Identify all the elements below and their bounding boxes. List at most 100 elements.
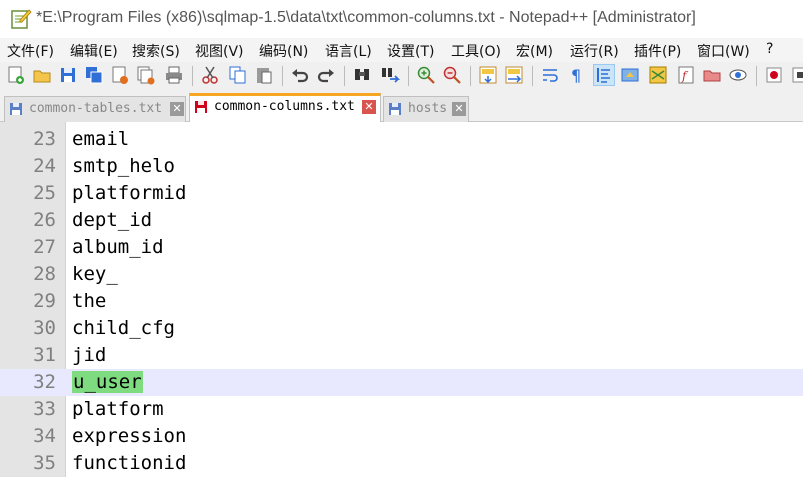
title-bar: *E:\Program Files (x86)\sqlmap-1.5\data\… bbox=[0, 0, 803, 38]
line-text[interactable]: platform bbox=[72, 398, 164, 420]
menu-help[interactable]: ? bbox=[766, 41, 773, 57]
menu-tools[interactable]: 工具(O) bbox=[451, 41, 501, 61]
window-title: *E:\Program Files (x86)\sqlmap-1.5\data\… bbox=[36, 9, 696, 26]
find-icon[interactable] bbox=[352, 65, 372, 85]
code-line: 34 expression bbox=[0, 423, 803, 450]
undo-icon[interactable] bbox=[290, 65, 310, 85]
tab-hosts[interactable]: hosts ✕ bbox=[383, 96, 469, 122]
line-number: 32 bbox=[33, 371, 56, 393]
line-text[interactable]: email bbox=[72, 128, 129, 150]
tab-label: common-columns.txt bbox=[214, 99, 355, 114]
line-number: 23 bbox=[33, 128, 56, 150]
tab-common-columns[interactable]: common-columns.txt ✕ bbox=[189, 93, 381, 122]
open-file-icon[interactable] bbox=[32, 65, 52, 85]
line-text[interactable]: expression bbox=[72, 425, 186, 447]
code-line: 26 dept_id bbox=[0, 207, 803, 234]
toolbar-separator bbox=[756, 66, 757, 86]
code-line: 29 the bbox=[0, 288, 803, 315]
tab-label: hosts bbox=[408, 101, 448, 116]
cut-icon[interactable] bbox=[200, 65, 220, 85]
toolbar-separator bbox=[192, 66, 193, 86]
menu-bar: 文件(F) 编辑(E) 搜索(S) 视图(V) 编码(N) 语言(L) 设置(T… bbox=[0, 38, 803, 62]
print-icon[interactable] bbox=[164, 65, 184, 85]
close-file-icon[interactable] bbox=[110, 65, 130, 85]
record-macro-icon[interactable] bbox=[764, 65, 784, 85]
line-text[interactable]: functionid bbox=[72, 452, 186, 474]
saved-file-icon bbox=[389, 103, 401, 115]
tab-close-icon[interactable]: ✕ bbox=[452, 102, 466, 116]
code-line: 33 platform bbox=[0, 396, 803, 423]
tab-close-icon[interactable]: ✕ bbox=[362, 100, 376, 114]
line-text[interactable]: platformid bbox=[72, 182, 186, 204]
line-text[interactable]: the bbox=[72, 290, 106, 312]
menu-macro[interactable]: 宏(M) bbox=[516, 41, 553, 61]
function-list-icon[interactable]: f bbox=[676, 65, 696, 85]
toolbar-separator bbox=[408, 66, 409, 86]
new-file-icon[interactable] bbox=[6, 65, 26, 85]
stop-macro-icon[interactable] bbox=[790, 65, 803, 85]
redo-icon[interactable] bbox=[316, 65, 336, 85]
copy-icon[interactable] bbox=[228, 65, 248, 85]
menu-edit[interactable]: 编辑(E) bbox=[70, 41, 118, 61]
paste-icon[interactable] bbox=[254, 65, 274, 85]
save-icon[interactable] bbox=[58, 65, 78, 85]
folder-as-workspace-icon[interactable] bbox=[702, 65, 722, 85]
menu-file[interactable]: 文件(F) bbox=[7, 41, 54, 61]
menu-settings[interactable]: 设置(T) bbox=[387, 41, 434, 61]
line-text[interactable]: album_id bbox=[72, 236, 164, 258]
menu-window[interactable]: 窗口(W) bbox=[697, 41, 750, 61]
show-all-characters-icon[interactable]: ¶ bbox=[566, 65, 586, 85]
line-number: 35 bbox=[33, 452, 56, 474]
svg-text:¶: ¶ bbox=[571, 66, 581, 85]
code-line: 25 platformid bbox=[0, 180, 803, 207]
line-text[interactable]: child_cfg bbox=[72, 317, 175, 339]
indent-guide-icon[interactable] bbox=[593, 64, 615, 86]
toolbar-separator bbox=[344, 66, 345, 86]
sync-vertical-icon[interactable] bbox=[478, 65, 498, 85]
save-all-icon[interactable] bbox=[84, 65, 104, 85]
saved-file-icon bbox=[10, 103, 22, 115]
editor-area[interactable]: 23 email 24 smtp_helo 25 platformid 26 dept_… bbox=[0, 122, 803, 477]
menu-search[interactable]: 搜索(S) bbox=[132, 41, 180, 61]
line-number: 29 bbox=[33, 290, 56, 312]
line-number: 31 bbox=[33, 344, 56, 366]
monitoring-eye-icon[interactable] bbox=[728, 65, 748, 85]
code-line: 30 child_cfg bbox=[0, 315, 803, 342]
menu-encoding[interactable]: 编码(N) bbox=[259, 41, 308, 61]
word-wrap-icon[interactable] bbox=[540, 65, 560, 85]
menu-plugins[interactable]: 插件(P) bbox=[634, 41, 681, 61]
toolbar-separator bbox=[470, 66, 471, 86]
selected-text[interactable]: u_user bbox=[72, 371, 143, 393]
zoom-out-icon[interactable] bbox=[442, 65, 462, 85]
menu-run[interactable]: 运行(R) bbox=[570, 41, 619, 61]
close-all-icon[interactable] bbox=[136, 65, 156, 85]
line-number: 28 bbox=[33, 263, 56, 285]
line-number: 25 bbox=[33, 182, 56, 204]
line-text[interactable]: smtp_helo bbox=[72, 155, 175, 177]
document-map-icon[interactable] bbox=[648, 65, 668, 85]
line-number: 34 bbox=[33, 425, 56, 447]
menu-language[interactable]: 语言(L) bbox=[325, 41, 372, 61]
line-number: 24 bbox=[33, 155, 56, 177]
toolbar: ¶ f bbox=[0, 62, 803, 90]
user-defined-dialog-icon[interactable] bbox=[620, 65, 640, 85]
code-line: 28 key_ bbox=[0, 261, 803, 288]
line-number: 27 bbox=[33, 236, 56, 258]
notepad-plus-plus-icon bbox=[11, 9, 32, 29]
line-text[interactable]: key_ bbox=[72, 263, 118, 285]
toolbar-separator bbox=[282, 66, 283, 86]
line-text[interactable]: dept_id bbox=[72, 209, 152, 231]
replace-icon[interactable] bbox=[380, 65, 400, 85]
current-line: 32 u_user bbox=[0, 369, 803, 396]
tab-common-tables[interactable]: common-tables.txt ✕ bbox=[4, 96, 186, 122]
line-text[interactable]: jid bbox=[72, 344, 106, 366]
menu-view[interactable]: 视图(V) bbox=[195, 41, 244, 61]
line-number: 30 bbox=[33, 317, 56, 339]
code-line: 27 album_id bbox=[0, 234, 803, 261]
tab-close-icon[interactable]: ✕ bbox=[170, 102, 184, 116]
sync-horizontal-icon[interactable] bbox=[504, 65, 524, 85]
zoom-in-icon[interactable] bbox=[416, 65, 436, 85]
toolbar-separator bbox=[532, 66, 533, 86]
code-line: 24 smtp_helo bbox=[0, 153, 803, 180]
tab-label: common-tables.txt bbox=[29, 101, 163, 116]
